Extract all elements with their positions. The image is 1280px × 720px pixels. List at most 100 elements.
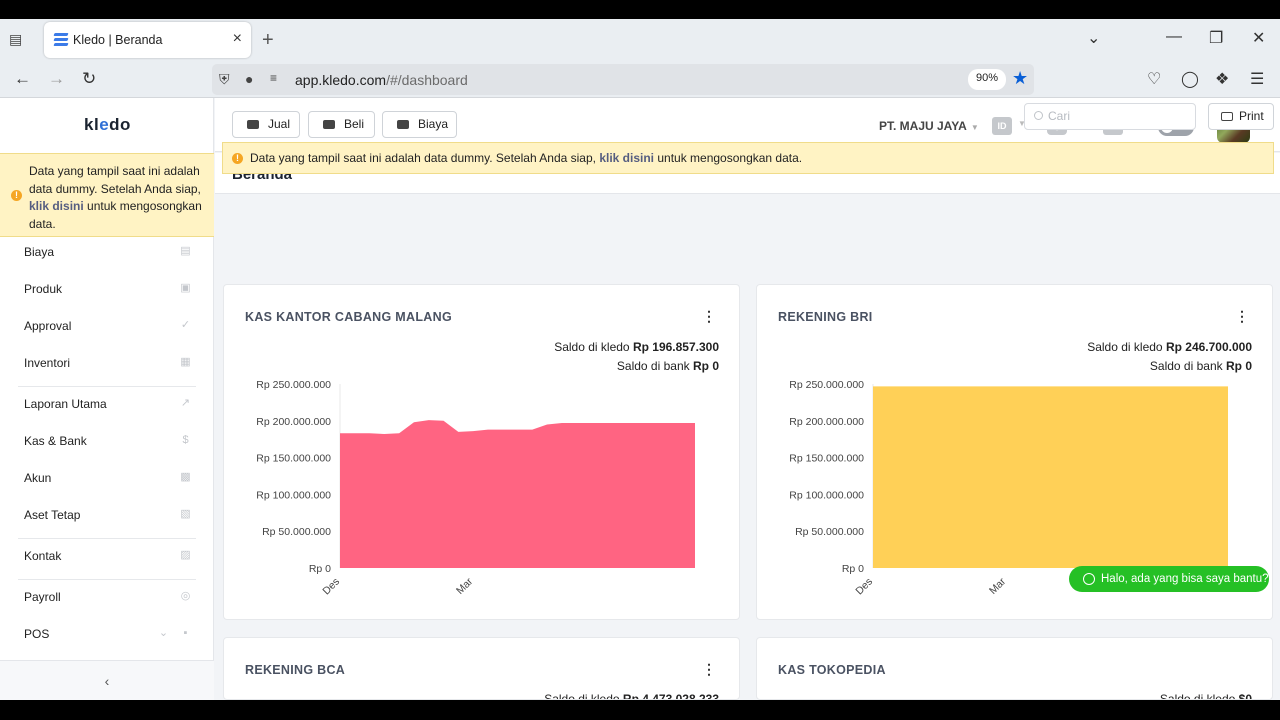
account-card-kas-kantor: Rp 0 Rp 50.000.000 Rp 100.000.000 Rp 150.00… bbox=[223, 284, 740, 620]
card-title: REKENING BCA bbox=[245, 663, 346, 677]
clear-data-link[interactable]: klik disini bbox=[599, 151, 654, 165]
kebab-menu-icon[interactable]: ⋮ bbox=[1235, 308, 1249, 325]
ledger-icon: ▩ bbox=[180, 471, 191, 483]
sidebar-item-inventori[interactable]: Inventori ▦ bbox=[0, 349, 214, 386]
url-text[interactable]: app.kledo.com/#/dashboard bbox=[295, 72, 468, 88]
sidebar-item-biaya[interactable]: Biaya ▤ bbox=[0, 238, 214, 275]
restore-icon[interactable]: ❐ bbox=[1209, 28, 1223, 48]
lock-icon[interactable]: ● bbox=[245, 71, 253, 87]
jual-button[interactable]: Jual bbox=[232, 111, 300, 138]
browser-navbar: ← → ↻ ⛨ ● ≡ app.kledo.com/#/dashboard 90… bbox=[0, 61, 1280, 98]
area-series bbox=[873, 386, 1228, 568]
sidebar: kledo ! Data yang tampil saat ini adalah… bbox=[0, 98, 214, 700]
area-series bbox=[340, 420, 695, 568]
menu-divider bbox=[18, 538, 196, 539]
sidebar-item-laporan-utama[interactable]: Laporan Utama ↗ bbox=[0, 390, 214, 427]
chevron-down-icon: ⌄ bbox=[158, 627, 169, 639]
reload-icon[interactable]: ↻ bbox=[82, 69, 96, 89]
kledo-favicon-icon bbox=[53, 33, 69, 47]
browser-tabstrip: ▤ Kledo | Beranda × + ⌄ — ❐ ✕ bbox=[0, 19, 1280, 61]
menu-divider bbox=[18, 579, 196, 580]
tab-close-icon[interactable]: × bbox=[233, 30, 242, 48]
y-tick-label: Rp 200.000.000 bbox=[256, 416, 331, 428]
sidebar-menu: Biaya ▤ Produk ▣ Approval ✓ Inventori ▦ Lapo… bbox=[0, 238, 214, 657]
search-icon bbox=[1034, 111, 1043, 120]
clear-data-link[interactable]: klik disini bbox=[29, 199, 84, 213]
new-tab-icon[interactable]: + bbox=[262, 29, 274, 52]
browser-tab-active[interactable]: Kledo | Beranda × bbox=[44, 22, 251, 58]
x-tick-label: Des bbox=[853, 576, 875, 598]
x-tick-label: Mar bbox=[987, 575, 1009, 597]
sidebar-item-approval[interactable]: Approval ✓ bbox=[0, 312, 214, 349]
warehouse-icon: ▦ bbox=[180, 356, 191, 368]
company-selector[interactable]: PT. MAJU JAYA ▼ bbox=[879, 119, 979, 133]
saldo-kledo: Saldo di kledo Rp 4.473.028.233 bbox=[544, 692, 719, 700]
basket-icon bbox=[247, 120, 259, 129]
pocket-icon[interactable]: ♡ bbox=[1147, 69, 1161, 89]
address-bar[interactable]: ⛨ ● ≡ app.kledo.com/#/dashboard 90% ★ bbox=[212, 64, 1034, 95]
warning-icon: ! bbox=[232, 153, 243, 164]
permissions-icon[interactable]: ≡ bbox=[270, 71, 277, 85]
credit-card-icon bbox=[397, 120, 409, 129]
whatsapp-icon bbox=[1083, 573, 1095, 585]
back-icon[interactable]: ← bbox=[14, 69, 31, 89]
menu-icon[interactable]: ☰ bbox=[1250, 69, 1264, 89]
chart-line-icon: ↗ bbox=[180, 397, 191, 409]
kebab-menu-icon[interactable]: ⋮ bbox=[702, 308, 716, 325]
chat-support-button[interactable]: Halo, ada yang bisa saya bantu? bbox=[1069, 566, 1269, 592]
forward-icon[interactable]: → bbox=[48, 69, 65, 89]
y-tick-label: Rp 100.000.000 bbox=[789, 489, 864, 501]
sidebar-item-pos[interactable]: POS ⌄ ▪ bbox=[0, 620, 214, 657]
kledo-logo[interactable]: kledo bbox=[84, 115, 131, 135]
sidebar-item-kas-bank[interactable]: Kas & Bank $ bbox=[0, 427, 214, 464]
saldo-bank: Saldo di bank Rp 0 bbox=[616, 359, 719, 373]
zoom-level[interactable]: 90% bbox=[968, 69, 1007, 90]
y-tick-label: Rp 100.000.000 bbox=[256, 489, 331, 501]
y-tick-label: Rp 150.000.000 bbox=[256, 453, 331, 465]
close-window-icon[interactable]: ✕ bbox=[1252, 28, 1265, 48]
y-tick-label: Rp 0 bbox=[309, 563, 331, 575]
sidebar-item-aset-tetap[interactable]: Aset Tetap ▧ bbox=[0, 501, 214, 538]
pos-icon: ▪ bbox=[183, 627, 188, 639]
menu-divider bbox=[18, 386, 196, 387]
building-icon: ▧ bbox=[180, 508, 191, 520]
box-icon: ▣ bbox=[180, 282, 191, 294]
kebab-menu-icon[interactable]: ⋮ bbox=[702, 661, 716, 678]
language-selector[interactable]: ID bbox=[992, 117, 1012, 135]
beli-button[interactable]: Beli bbox=[308, 111, 375, 138]
balance-area-chart: Rp 0 Rp 50.000.000 Rp 100.000.000 Rp 150.00… bbox=[256, 379, 695, 598]
shield-icon[interactable]: ⛨ bbox=[219, 71, 230, 88]
wallet-icon: ▤ bbox=[180, 245, 191, 257]
print-button[interactable]: Print bbox=[1208, 103, 1274, 130]
bookmark-star-icon[interactable]: ★ bbox=[1012, 68, 1028, 89]
dollar-icon: $ bbox=[182, 434, 189, 446]
biaya-button[interactable]: Biaya bbox=[382, 111, 457, 138]
sidebar-item-kontak[interactable]: Kontak ▨ bbox=[0, 542, 214, 579]
sidebar-item-akun[interactable]: Akun ▩ bbox=[0, 464, 214, 501]
extensions-icon[interactable]: ❖ bbox=[1215, 69, 1229, 89]
warning-icon: ! bbox=[11, 190, 22, 201]
shopping-bag-icon bbox=[323, 120, 335, 129]
y-tick-label: Rp 50.000.000 bbox=[795, 526, 864, 538]
sidebar-item-produk[interactable]: Produk ▣ bbox=[0, 275, 214, 312]
saldo-kledo: Saldo di kledo Rp 246.700.000 bbox=[1087, 340, 1252, 354]
card-title: REKENING BRI bbox=[778, 310, 873, 324]
search-input[interactable]: Cari bbox=[1024, 103, 1196, 130]
card-title: KAS TOKOPEDIA bbox=[778, 663, 886, 677]
y-tick-label: Rp 250.000.000 bbox=[256, 379, 331, 391]
chevron-left-icon: ‹ bbox=[104, 673, 110, 689]
sidebar-collapse-button[interactable]: ‹ bbox=[0, 660, 214, 700]
tab-list-icon[interactable]: ▤ bbox=[9, 31, 29, 49]
contact-card-icon: ▨ bbox=[180, 549, 191, 561]
saldo-bank: Saldo di bank Rp 0 bbox=[1149, 359, 1252, 373]
account-icon[interactable]: ◯ bbox=[1181, 69, 1199, 89]
tab-title: Kledo | Beranda bbox=[73, 33, 163, 47]
y-tick-label: Rp 50.000.000 bbox=[262, 526, 331, 538]
minimize-icon[interactable]: — bbox=[1166, 28, 1182, 46]
caret-down-icon: ▼ bbox=[970, 123, 979, 132]
dummy-data-warning-banner: ! Data yang tampil saat ini adalah data … bbox=[222, 142, 1274, 174]
x-tick-label: Des bbox=[320, 576, 342, 598]
tab-overflow-chevron-icon[interactable]: ⌄ bbox=[1087, 28, 1100, 48]
screen-letterbox-top bbox=[0, 0, 1280, 19]
sidebar-item-payroll[interactable]: Payroll ◎ bbox=[0, 583, 214, 620]
